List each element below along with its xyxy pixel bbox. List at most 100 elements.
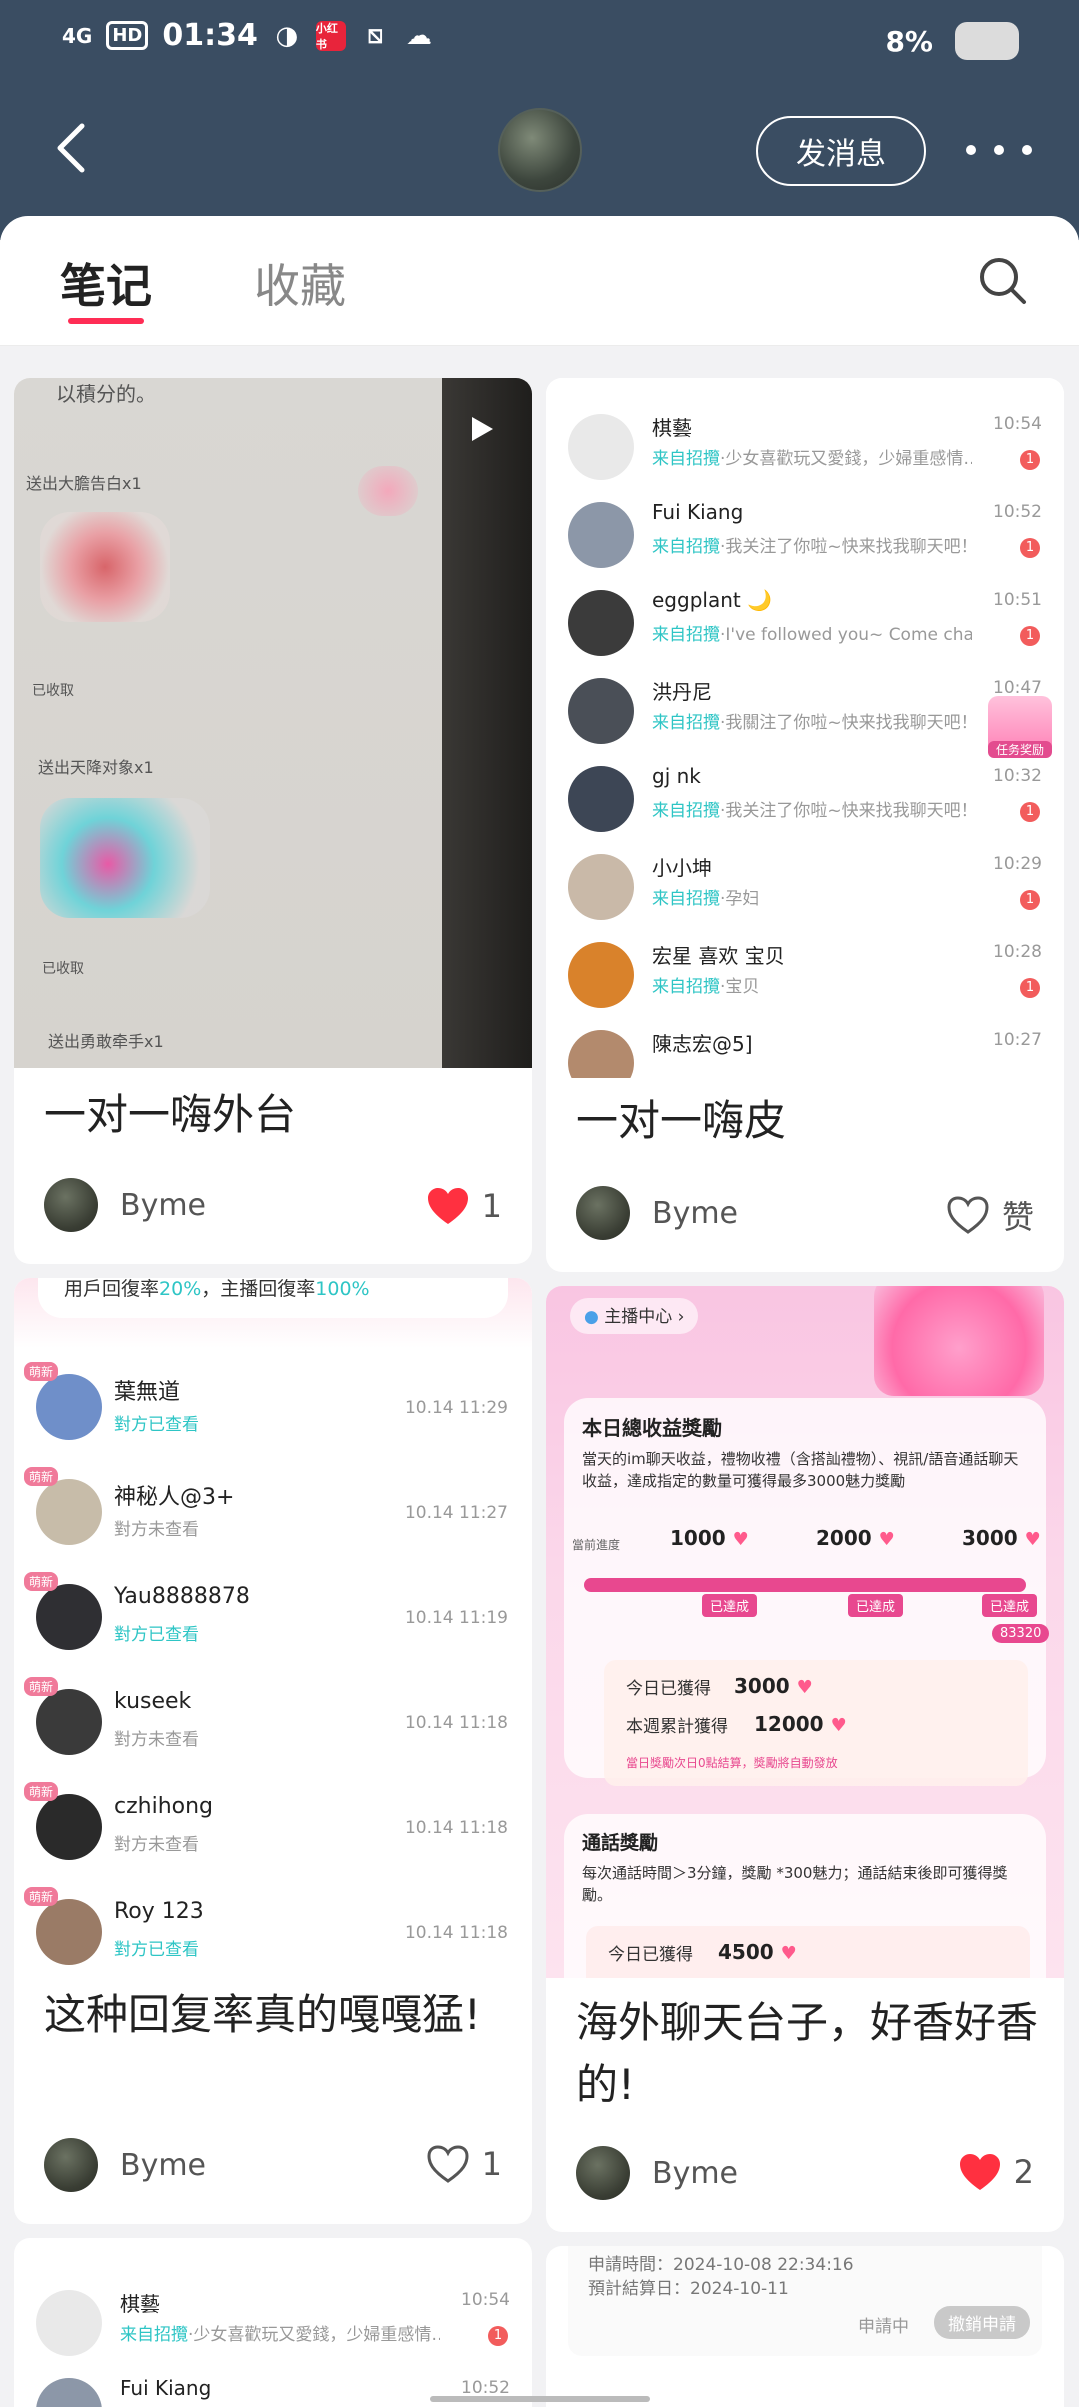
milestone-status: 已達成: [982, 1594, 1038, 1617]
message-avatar: [568, 678, 634, 744]
more-dot-icon: [1022, 145, 1032, 155]
heart-outline-icon: [947, 1196, 989, 1234]
author-name: Byme: [120, 1187, 207, 1223]
message-row[interactable]: 宏星 喜欢 宝贝 来自招攬·宝贝 10:28 1: [546, 934, 1064, 1022]
gift-image: [358, 466, 418, 516]
note-card[interactable]: ● 主播中心 › 本日總收益獎勵 當天的im聊天收益，禮物收禮（含搭訕禮物）、視…: [546, 1286, 1064, 2232]
message-avatar: [36, 2378, 102, 2407]
message-time: 10:47: [993, 678, 1042, 698]
note-card[interactable]: 棋藝 来自招攬·少女喜歡玩又愛錢，少婦重感情… 10:54 1 Fui Kian…: [546, 378, 1064, 1272]
chat-record-row[interactable]: 萌新 kuseek 對方未查看 10.14 11:18: [14, 1675, 532, 1779]
milestone-value: 3000: [962, 1526, 1018, 1550]
like-button[interactable]: 1: [426, 1186, 502, 1226]
progress-label: 當前進度: [572, 1538, 621, 1552]
host-center-button[interactable]: ● 主播中心 ›: [570, 1298, 699, 1334]
note-card[interactable]: 棋藝 来自招攬·少女喜歡玩又愛錢，少婦重感情… 10:54 1 Fui Kian…: [14, 2238, 532, 2407]
search-button[interactable]: [976, 254, 1030, 308]
message-row[interactable]: gj nk 来自招攬·我关注了你啦~快来找我聊天吧！ 10:32 1: [546, 758, 1064, 846]
tab-collections[interactable]: 收藏: [254, 250, 346, 316]
video-play-icon: [472, 417, 493, 441]
call-reward-panel: 通話獎勵 每次通話時間＞3分鐘，獎勵 *300魅力；通話結束後即可獲得獎勵。 今…: [564, 1814, 1046, 1978]
like-button[interactable]: 1: [426, 2144, 502, 2184]
unread-badge: 1: [1020, 802, 1040, 822]
chat-record-row[interactable]: 萌新 Roy 123 對方已查看 10.14 11:18: [14, 1885, 532, 1978]
more-options-button[interactable]: [966, 132, 1032, 168]
chat-record-row[interactable]: 萌新 czhihong 對方未查看 10.14 11:18: [14, 1780, 532, 1884]
note-card[interactable]: 用戶回復率20%，主播回復率100% 萌新 葉無道 對方已查看 10.14 11…: [14, 1278, 532, 2224]
message-name: 棋藝: [652, 416, 692, 440]
note-card[interactable]: 申請時間：2024-10-08 22:34:16 預計結算日：2024-10-1…: [546, 2246, 1064, 2407]
back-arrow-icon: [57, 123, 85, 173]
hd-badge: HD: [106, 21, 149, 50]
chat-record-row[interactable]: 萌新 Yau8888878 對方已查看 10.14 11:19: [14, 1570, 532, 1674]
author-avatar: [44, 2138, 98, 2192]
message-preview-line: 来自招攬·我关注了你啦~快来找我聊天吧！: [652, 796, 972, 821]
read-status: 對方已查看: [114, 1415, 199, 1435]
status-time: 01:34: [162, 18, 258, 53]
chat-name: Yau8888878: [114, 1584, 250, 1609]
chat-record-row[interactable]: 萌新 葉無道 對方已查看 10.14 11:29: [14, 1360, 532, 1464]
cover-text: 送出大膽告白x1: [26, 474, 142, 493]
message-time: 10:52: [461, 2378, 510, 2398]
note-card[interactable]: 以積分的。 送出大膽告白x1 已收取 送出天降对象x1 已收取 送出勇敢牵手x1…: [14, 378, 532, 1264]
heart-icon: ♥: [796, 1677, 813, 1698]
unread-badge: 1: [488, 2326, 508, 2346]
tab-active-indicator: [68, 318, 144, 324]
message-source: 来自招攬: [652, 977, 720, 997]
banner-text: ，主播回復率: [201, 1278, 316, 1300]
note-author[interactable]: Byme: [576, 2146, 738, 2200]
task-reward-label: 任务奖励: [988, 741, 1052, 758]
message-row[interactable]: 棋藝 来自招攬·少女喜歡玩又愛錢，少婦重感情… 10:54 1: [546, 406, 1064, 494]
cancel-application-button[interactable]: 撤銷申請: [934, 2306, 1030, 2339]
note-cover-image[interactable]: ● 主播中心 › 本日總收益獎勵 當天的im聊天收益，禮物收禮（含搭訕禮物）、視…: [546, 1286, 1064, 1978]
message-preview-line: 来自招攬·I've followed you~ Come chat …: [652, 620, 972, 645]
chat-avatar: [36, 1584, 102, 1650]
tab-bar: 笔记 收藏: [0, 216, 1079, 346]
call-earnings-box: 今日已獲得 4500 ♥: [586, 1926, 1030, 1978]
message-row[interactable]: Fui Kiang 来自招攬·我关注了你啦~快来找我聊天吧！ 10:52 1: [546, 494, 1064, 582]
message-name: 陳志宏@5]: [652, 1032, 753, 1056]
tab-notes[interactable]: 笔记: [60, 250, 152, 316]
cover-text: 送出天降对象x1: [38, 758, 154, 777]
profile-avatar[interactable]: [498, 108, 582, 192]
note-cover-image[interactable]: 用戶回復率20%，主播回復率100% 萌新 葉無道 對方已查看 10.14 11…: [14, 1278, 532, 1978]
message-preview-line: 来自招攬·宝贝: [652, 972, 972, 997]
message-row[interactable]: 陳志宏@5] 10:27: [546, 1022, 1064, 1078]
message-preview-line: 来自招攬·少女喜歡玩又愛錢，少婦重感情…: [652, 444, 972, 469]
chat-name: czhihong: [114, 1794, 214, 1819]
note-author[interactable]: Byme: [576, 1186, 738, 1240]
cover-text: 已收取: [32, 683, 74, 699]
unread-badge: 1: [1020, 626, 1040, 646]
message-row[interactable]: 棋藝 来自招攬·少女喜歡玩又愛錢，少婦重感情… 10:54 1: [14, 2282, 532, 2370]
message-preview-line: 来自招攬·我關注了你啦~快来找我聊天吧！: [652, 708, 972, 733]
message-preview: ·I've followed you~ Come chat …: [720, 625, 972, 645]
week-label: 本週累計獲得: [626, 1717, 728, 1737]
note-author[interactable]: Byme: [44, 2138, 206, 2192]
note-title: 海外聊天台子，好香好香的!: [576, 1998, 1039, 2109]
message-preview: ·少女喜歡玩又愛錢，少婦重感情…: [188, 2325, 440, 2345]
like-button[interactable]: 赞: [946, 1192, 1034, 1238]
like-button[interactable]: 2: [958, 2152, 1034, 2192]
read-status: 對方未查看: [114, 1835, 199, 1855]
nav-bar: 发消息: [0, 100, 1079, 200]
note-author[interactable]: Byme: [44, 1178, 206, 1232]
note-cover-image[interactable]: 棋藝 来自招攬·少女喜歡玩又愛錢，少婦重感情… 10:54 1 Fui Kian…: [546, 378, 1064, 1078]
message-row[interactable]: 洪丹尼 来自招攬·我關注了你啦~快来找我聊天吧！ 10:47 1: [546, 670, 1064, 758]
chat-avatar: [36, 1689, 102, 1755]
send-message-button[interactable]: 发消息: [756, 116, 926, 186]
note-cover-image[interactable]: 以積分的。 送出大膽告白x1 已收取 送出天降对象x1 已收取 送出勇敢牵手x1: [14, 378, 532, 1068]
like-label: 赞: [1001, 1198, 1034, 1236]
message-avatar: [568, 766, 634, 832]
cover-dark-edge: [442, 378, 532, 1068]
message-avatar: [568, 942, 634, 1008]
chat-record-row[interactable]: 萌新 神秘人@3+ 對方未查看 10.14 11:27: [14, 1465, 532, 1569]
author-name: Byme: [652, 1195, 739, 1231]
home-indicator: [430, 2396, 650, 2402]
message-name: 小小坤: [652, 856, 712, 880]
message-preview-line: 来自招攬·孕妇: [652, 884, 972, 909]
message-avatar: [568, 502, 634, 568]
message-row[interactable]: 小小坤 来自招攬·孕妇 10:29 1: [546, 846, 1064, 934]
milestone-value: 1000: [670, 1526, 726, 1550]
message-row[interactable]: eggplant 🌙 来自招攬·I've followed you~ Come …: [546, 582, 1064, 670]
back-button[interactable]: [44, 118, 104, 178]
